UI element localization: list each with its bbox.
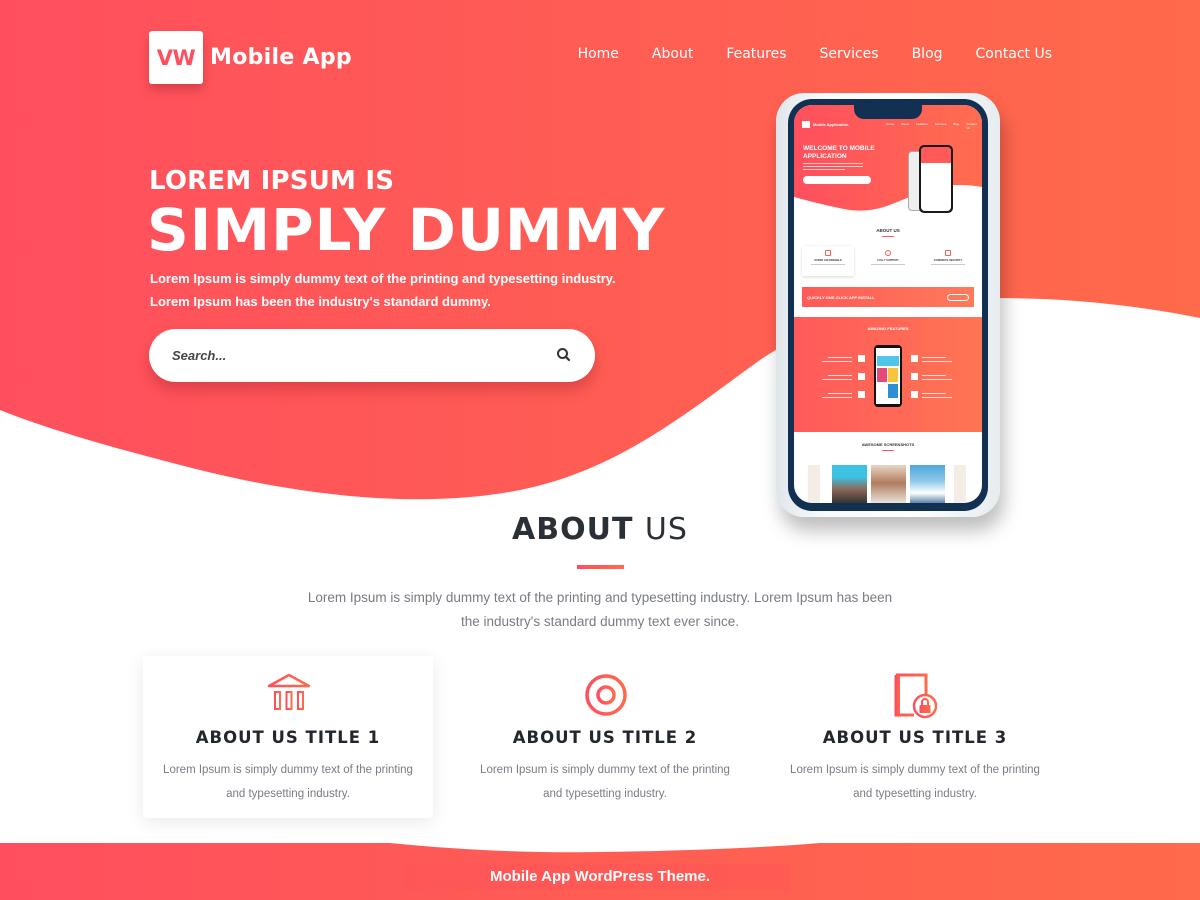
lifebuoy-icon [585,674,627,716]
mockup-feature-icon [858,373,865,380]
about-card-description: Lorem Ipsum is simply dummy text of the … [790,764,1040,800]
mockup-card: SUPER AFFORDABLE [802,246,854,276]
about-card-description: Lorem Ipsum is simply dummy text of the … [480,764,730,800]
about-card-1: ABOUT US TITLE 1 Lorem Ipsum is simply d… [143,656,433,818]
mockup-feature-icon [911,373,918,380]
logo-text: Mobile App [210,45,352,70]
hero-description-line-2: Lorem Ipsum has been the industry's stan… [150,294,491,309]
mockup-nav: Home About Features Services Blog Contac… [886,122,982,130]
about-card-title: ABOUT US TITLE 2 [512,728,698,747]
mockup-welcome-title: WELCOME TO MOBILE APPLICATION [803,145,875,160]
search-input[interactable] [172,348,532,363]
mockup-screenshot [832,465,867,503]
main-nav: Home About Features Services Blog Contac… [578,46,1052,62]
mockup-logo: Mobile Application [802,121,848,128]
about-title-light: US [644,512,688,547]
about-card-title: ABOUT US TITLE 3 [822,728,1008,747]
search-icon [557,348,571,362]
mockup-text-lines [803,163,863,172]
nav-about[interactable]: About [652,46,693,62]
search-bar [149,329,595,382]
hero-description: Lorem Ipsum is simply dummy text of the … [150,267,620,313]
mockup-search [803,176,871,184]
nav-blog[interactable]: Blog [912,46,943,62]
mockup-logo-mark [802,121,810,128]
mockup-feature-icon [858,355,865,362]
about-card-description: Lorem Ipsum is simply dummy text of the … [163,764,413,800]
about-card-3: ABOUT US TITLE 3 Lorem Ipsum is simply d… [770,656,1060,818]
nav-features[interactable]: Features [726,46,786,62]
bank-icon [267,673,311,717]
hero-subtitle: LOREM IPSUM IS [149,166,395,196]
mockup-screenshot [954,465,966,503]
logo-mark: VW [149,31,203,84]
mockup-install-banner: QUICKLY ONE-CLICK APP INSTALL [802,287,974,307]
phone-screen: Mobile Application Home About Features S… [794,105,982,503]
about-title-underline [577,565,624,569]
nav-home[interactable]: Home [578,46,619,62]
hero-title: SIMPLY DUMMY [147,196,666,264]
about-description: Lorem Ipsum is simply dummy text of the … [307,590,893,629]
secure-document-icon [894,673,938,719]
mockup-screenshot [808,465,820,503]
hero-description-line-1: Lorem Ipsum is simply dummy text of the … [150,271,616,286]
about-title-bold: ABOUT [512,512,634,547]
mockup-screenshot [910,465,945,503]
mockup-about-title: ABOUT US [876,228,900,233]
mockup-nav-item: Features [915,122,928,126]
about-card-2: ABOUT US TITLE 2 Lorem Ipsum is simply d… [460,656,750,818]
nav-services[interactable]: Services [820,46,879,62]
mockup-mini-phone [919,145,953,213]
mockup-nav-item: Services [934,122,947,126]
phone-notch [854,105,922,119]
mockup-divider [882,450,894,451]
nav-contact-us[interactable]: Contact Us [976,46,1052,62]
mockup-divider [882,236,894,237]
footer-copyright: Mobile App WordPress Theme. [404,864,790,890]
mockup-feature-icon [911,391,918,398]
mockup-nav-item: About [901,122,909,126]
about-card-title: ABOUT US TITLE 1 [195,728,381,747]
phone-mockup: Mobile Application Home About Features S… [776,93,1002,523]
mockup-cards: SUPER AFFORDABLE FULLY SUPPORT CONCRETE … [802,246,974,276]
mockup-install-button [947,293,969,301]
mockup-screenshot [871,465,906,503]
mockup-features: AMAZING FEATURES [794,317,982,432]
mockup-feature-icon [858,391,865,398]
mockup-card: CONCRETE SECURITY [922,246,974,276]
mockup-nav-item: Contact Us [966,122,977,130]
mockup-feature-icon [911,355,918,362]
about-title: ABOUT US [0,512,1200,547]
mockup-features-title: AMAZING FEATURES [867,326,909,331]
mockup-nav-item: Blog [953,122,960,126]
site-logo[interactable]: VW Mobile App [149,31,352,84]
mockup-features-phone [874,345,902,407]
mockup-brand: Mobile Application [813,122,849,127]
mockup-screenshots-title: AWESOME SCREENSHOTS [861,442,915,447]
mockup-card: FULLY SUPPORT [862,246,914,276]
search-button[interactable] [555,346,573,364]
mockup-nav-item: Home [886,122,895,126]
